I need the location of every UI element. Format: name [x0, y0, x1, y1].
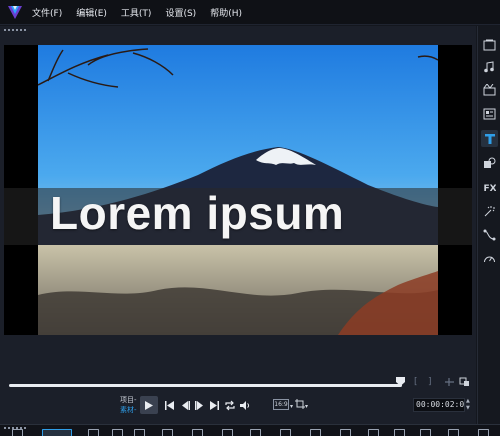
svg-text:FX: FX [484, 184, 497, 193]
mark-out-icon[interactable]: ] [428, 377, 432, 387]
trim-icon[interactable] [444, 377, 455, 387]
mark-in-icon[interactable]: [ [414, 377, 418, 387]
track-manager-icon[interactable] [88, 429, 99, 436]
record-icon[interactable] [192, 429, 203, 436]
time-remapping-icon[interactable] [368, 429, 379, 436]
timecode-spinner[interactable]: ▲ ▼ [466, 398, 472, 412]
go-to-start-icon[interactable] [163, 400, 175, 411]
split-screen-icon[interactable] [478, 429, 489, 436]
title-template-button[interactable] [481, 105, 498, 122]
graphics-button[interactable] [481, 154, 498, 171]
title-button[interactable] [481, 130, 498, 147]
previous-frame-icon[interactable] [179, 400, 191, 411]
mode-project[interactable]: 项目- [120, 395, 137, 405]
mode-switch[interactable]: 项目- 素材- [120, 395, 137, 415]
redo-icon[interactable] [162, 429, 173, 436]
motion-tracking-icon[interactable] [280, 429, 291, 436]
timeline-view-icon[interactable] [42, 429, 72, 436]
speed-icon [484, 256, 495, 262]
menu-tools[interactable]: 工具(T) [121, 6, 152, 19]
cut-icon[interactable] [112, 429, 123, 436]
subtitle-editor-icon[interactable] [310, 429, 321, 436]
speed-button[interactable] [481, 250, 498, 267]
path-button[interactable] [481, 226, 498, 243]
pan-zoom-icon[interactable] [420, 429, 431, 436]
motion-button[interactable] [481, 202, 498, 219]
undo-icon[interactable] [134, 429, 145, 436]
title-icon [484, 133, 495, 144]
aspect-ratio-button[interactable]: 16:9 [273, 399, 289, 410]
menu-bar: 文件(F) 编辑(E) 工具(T) 设置(S) 帮助(H) [0, 0, 500, 25]
title-overlay-text[interactable]: Lorem ipsum [50, 186, 344, 240]
menu-help[interactable]: 帮助(H) [210, 6, 242, 19]
menu-edit[interactable]: 编辑(E) [76, 6, 107, 19]
title-template-icon [483, 108, 496, 119]
aspect-ratio-dropdown-icon[interactable]: ▾ [290, 403, 293, 410]
mask-creator-icon[interactable] [394, 429, 405, 436]
motion-icon [484, 205, 495, 216]
crop-dropdown-icon[interactable]: ▾ [305, 403, 308, 410]
repeat-icon[interactable] [224, 400, 236, 411]
music-icon [484, 60, 494, 72]
fx-icon: FX [484, 184, 497, 193]
app-logo-icon [0, 0, 30, 25]
media-button[interactable] [481, 36, 498, 53]
path-icon [483, 229, 496, 240]
next-frame-icon[interactable] [194, 400, 206, 411]
volume-icon[interactable] [239, 400, 251, 411]
split-clip-icon[interactable] [459, 377, 470, 387]
menu-file[interactable]: 文件(F) [32, 6, 62, 19]
fx-button[interactable]: FX [481, 178, 498, 195]
transition-button[interactable] [481, 81, 498, 98]
menu-settings[interactable]: 设置(S) [165, 6, 196, 19]
play-icon [145, 400, 153, 410]
media-icon [483, 39, 496, 50]
transition-icon [483, 83, 496, 95]
multi-camera-icon[interactable] [340, 429, 351, 436]
library-sidebar: FX [477, 26, 500, 424]
music-button[interactable] [481, 58, 498, 75]
playback-controls: 项目- 素材- 16:9 ▾ ▾ 00:00:02:002 ▲▼ [0, 396, 476, 418]
sound-mixer-icon[interactable] [222, 429, 233, 436]
mode-clip[interactable]: 素材- [120, 405, 137, 415]
scrubber-handle[interactable] [396, 377, 405, 386]
panel-grip[interactable] [4, 29, 26, 32]
scrubber-track[interactable] [9, 384, 402, 387]
auto-music-icon[interactable] [250, 429, 261, 436]
3d-title-icon[interactable] [448, 429, 459, 436]
storyboard-view-icon[interactable] [12, 429, 23, 436]
graphics-icon [484, 157, 496, 168]
crop-icon[interactable] [295, 399, 305, 410]
timecode-display[interactable]: 00:00:02:002 [413, 398, 465, 412]
go-to-end-icon[interactable] [209, 400, 221, 411]
timeline-toolbar [0, 424, 500, 436]
play-button[interactable] [140, 396, 158, 414]
